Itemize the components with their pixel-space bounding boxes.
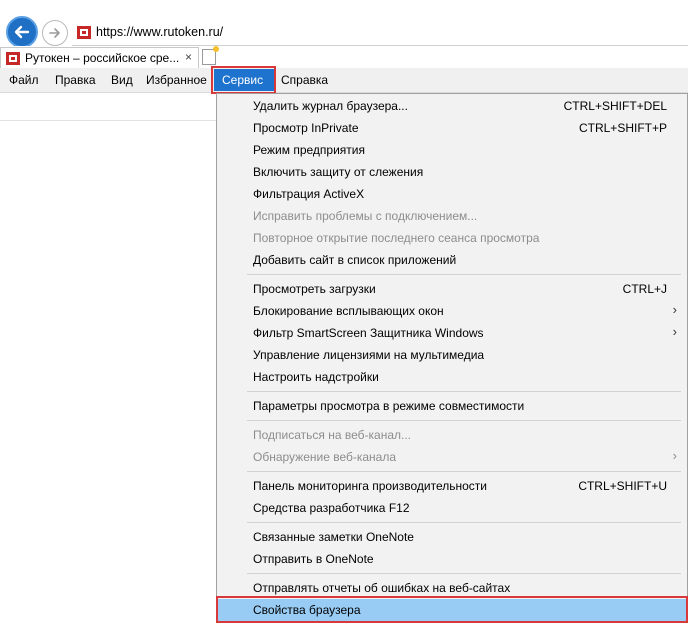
menuitem-smartscreen-filter[interactable]: Фильтр SmartScreen Защитника Windows ›	[217, 322, 687, 344]
internet-options-callout	[216, 596, 688, 623]
menu-favorites[interactable]: Избранное	[146, 73, 207, 87]
new-tab-icon[interactable]	[202, 46, 219, 65]
menuitem-label: Просмотреть загрузки	[253, 282, 376, 296]
menuitem-manage-addons[interactable]: Настроить надстройки	[217, 366, 687, 388]
menuitem-label: Фильтр SmartScreen Защитника Windows	[253, 326, 484, 340]
menuitem-label: Панель мониторинга производительности	[253, 479, 487, 493]
menuitem-view-downloads[interactable]: Просмотреть загрузки CTRL+J	[217, 278, 687, 300]
menuitem-label: Средства разработчика F12	[253, 501, 410, 515]
menuitem-tracking-protection[interactable]: Включить защиту от слежения	[217, 161, 687, 183]
address-bar-area: https://www.rutoken.ru/	[0, 0, 688, 48]
menuitem-enterprise-mode[interactable]: Режим предприятия	[217, 139, 687, 161]
tab-row: Рутокен – российское сре... ×	[0, 46, 688, 68]
menuitem-delete-history[interactable]: Удалить журнал браузера... CTRL+SHIFT+DE…	[217, 95, 687, 117]
menuitem-label: Исправить проблемы с подключением...	[253, 209, 478, 223]
menu-separator	[247, 573, 681, 574]
menuitem-reopen-session: Повторное открытие последнего сеанса про…	[217, 227, 687, 249]
chevron-right-icon: ›	[672, 324, 677, 339]
tab-favicon-icon	[6, 52, 20, 65]
menu-separator	[247, 522, 681, 523]
menuitem-fix-connection: Исправить проблемы с подключением...	[217, 205, 687, 227]
menuitem-label: Отправлять отчеты об ошибках на веб-сайт…	[253, 581, 511, 595]
menuitem-onenote-linked-notes[interactable]: Связанные заметки OneNote	[217, 526, 687, 548]
menuitem-label: Фильтрация ActiveX	[253, 187, 365, 201]
menu-view[interactable]: Вид	[111, 73, 133, 87]
menuitem-compatibility-view[interactable]: Параметры просмотра в режиме совместимос…	[217, 395, 687, 417]
menu-separator	[247, 274, 681, 275]
menuitem-shortcut: CTRL+J	[622, 282, 667, 296]
url-field[interactable]: https://www.rutoken.ru/	[72, 21, 688, 46]
menuitem-label: Обнаружение веб-канала	[253, 450, 397, 464]
menuitem-developer-tools[interactable]: Средства разработчика F12	[217, 497, 687, 519]
chevron-right-icon: ›	[672, 448, 677, 463]
url-text: https://www.rutoken.ru/	[96, 25, 224, 39]
menuitem-shortcut: CTRL+SHIFT+DEL	[563, 99, 667, 113]
menuitem-label: Управление лицензиями на мультимедиа	[253, 348, 485, 362]
tools-dropdown-menu: Удалить журнал браузера... CTRL+SHIFT+DE…	[216, 93, 688, 623]
menuitem-label: Удалить журнал браузера...	[253, 99, 408, 113]
menuitem-send-to-onenote[interactable]: Отправить в OneNote	[217, 548, 687, 570]
tab-title: Рутокен – российское сре...	[25, 51, 180, 65]
menuitem-label: Блокирование всплывающих окон	[253, 304, 444, 318]
menu-help[interactable]: Справка	[281, 73, 328, 87]
menuitem-label: Просмотр InPrivate	[253, 121, 359, 135]
arrow-left-icon	[14, 25, 30, 39]
menuitem-popup-blocker[interactable]: Блокирование всплывающих окон ›	[217, 300, 687, 322]
menu-file[interactable]: Файл	[9, 73, 39, 87]
menuitem-label: Повторное открытие последнего сеанса про…	[253, 231, 540, 245]
menuitem-subscribe-feed: Подписаться на веб-канал...	[217, 424, 687, 446]
menuitem-label: Добавить сайт в список приложений	[253, 253, 457, 267]
menuitem-label: Подписаться на веб-канал...	[253, 428, 412, 442]
menuitem-label: Связанные заметки OneNote	[253, 530, 414, 544]
menuitem-activex-filtering[interactable]: Фильтрация ActiveX	[217, 183, 687, 205]
menuitem-feed-discovery: Обнаружение веб-канала ›	[217, 446, 687, 468]
menu-separator	[247, 471, 681, 472]
menu-edit[interactable]: Правка	[55, 73, 96, 87]
forward-button[interactable]	[42, 20, 68, 46]
page-divider	[0, 120, 216, 121]
menuitem-label: Параметры просмотра в режиме совместимос…	[253, 399, 525, 413]
tab-close-icon[interactable]: ×	[185, 50, 192, 64]
menuitem-label: Отправить в OneNote	[253, 552, 374, 566]
menuitem-label: Режим предприятия	[253, 143, 365, 157]
tab-rutoken[interactable]: Рутокен – российское сре... ×	[0, 47, 199, 68]
tools-menu-callout	[211, 66, 276, 94]
menu-separator	[247, 391, 681, 392]
menu-separator	[247, 420, 681, 421]
menuitem-add-site-to-apps[interactable]: Добавить сайт в список приложений	[217, 249, 687, 271]
menuitem-shortcut: CTRL+SHIFT+U	[578, 479, 667, 493]
site-favicon-icon	[77, 26, 91, 39]
arrow-right-icon	[49, 28, 60, 38]
menuitem-media-licenses[interactable]: Управление лицензиями на мультимедиа	[217, 344, 687, 366]
menuitem-shortcut: CTRL+SHIFT+P	[578, 121, 667, 135]
menuitem-inprivate[interactable]: Просмотр InPrivate CTRL+SHIFT+P	[217, 117, 687, 139]
menuitem-performance-dashboard[interactable]: Панель мониторинга производительности CT…	[217, 475, 687, 497]
menuitem-label: Настроить надстройки	[253, 370, 379, 384]
back-button[interactable]	[6, 16, 38, 48]
menuitem-label: Включить защиту от слежения	[253, 165, 424, 179]
menu-bar: Файл Правка Вид Избранное Сервис Справка	[0, 68, 688, 93]
chevron-right-icon: ›	[672, 302, 677, 317]
